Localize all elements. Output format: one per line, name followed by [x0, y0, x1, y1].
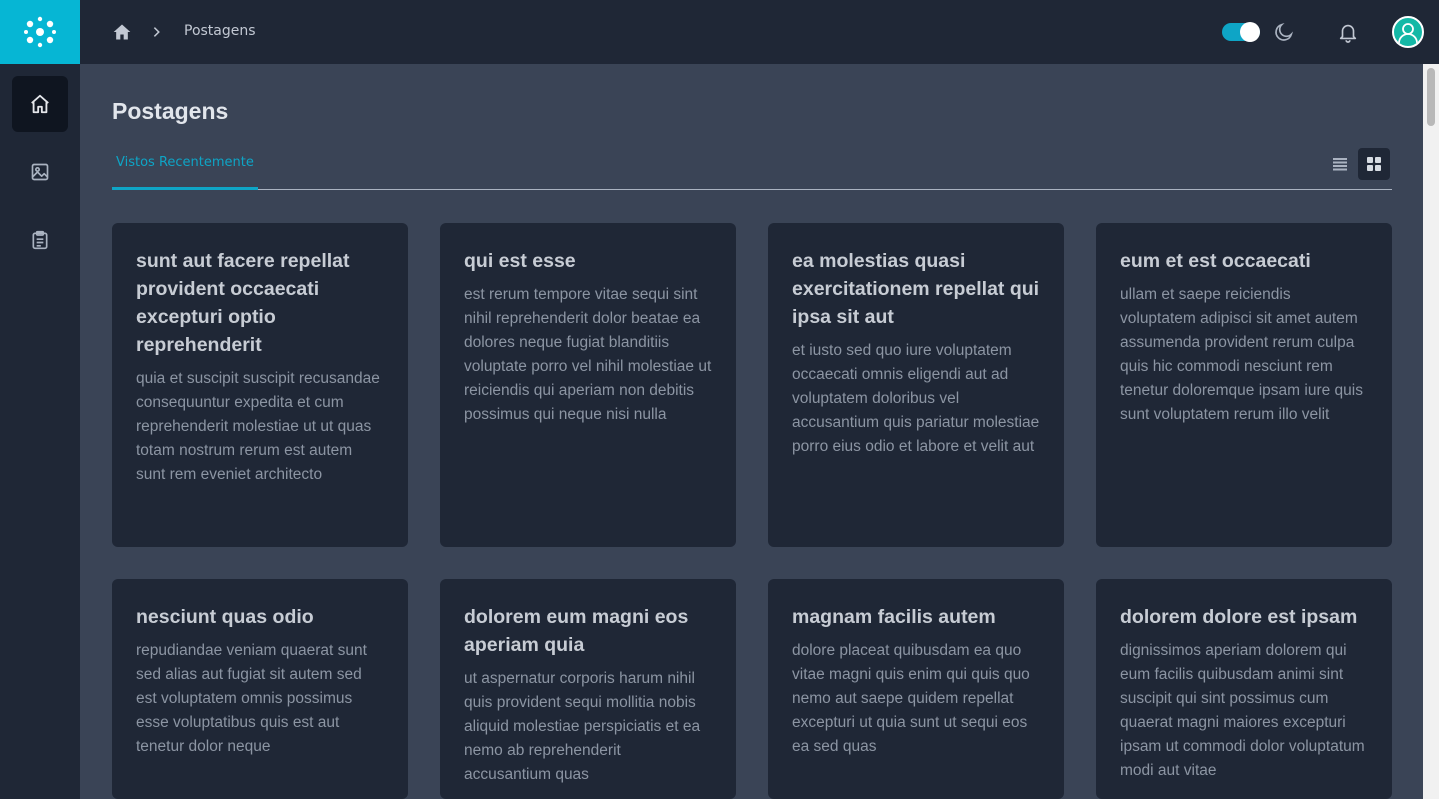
grid-view-icon — [1367, 157, 1381, 171]
scrollbar-thumb[interactable] — [1427, 68, 1435, 126]
bell-icon[interactable] — [1337, 21, 1359, 43]
moon-icon[interactable] — [1273, 21, 1295, 43]
post-card[interactable]: qui est esse est rerum tempore vitae seq… — [440, 223, 736, 547]
post-card[interactable]: ea molestias quasi exercitationem repell… — [768, 223, 1064, 547]
post-title: nesciunt quas odio — [136, 606, 314, 628]
post-title: sunt aut facere repellat provident occae… — [136, 250, 350, 356]
list-view-icon — [1333, 158, 1347, 171]
sidebar-item-home[interactable] — [12, 76, 68, 132]
post-title: dolorem dolore est ipsam — [1120, 606, 1358, 628]
user-avatar-icon — [1398, 23, 1418, 44]
scrollbar-track[interactable] — [1423, 64, 1439, 799]
grid-view-button[interactable] — [1358, 148, 1390, 180]
main-content: Postagens Vistos Recentemente sunt aut f… — [80, 64, 1423, 799]
post-title: eum et est occaecati — [1120, 250, 1311, 272]
theme-toggle[interactable] — [1222, 22, 1260, 42]
post-title: ea molestias quasi exercitationem repell… — [792, 250, 1040, 328]
list-view-button[interactable] — [1326, 150, 1354, 178]
user-avatar[interactable] — [1392, 16, 1424, 48]
post-body: dolore placeat quibusdam ea quo vitae ma… — [792, 642, 1030, 755]
app-logo[interactable] — [0, 0, 80, 64]
post-body: et iusto sed quo iure voluptatem occaeca… — [792, 342, 1040, 455]
tabs-divider — [112, 189, 1392, 190]
tab-recently-viewed[interactable]: Vistos Recentemente — [116, 155, 254, 170]
breadcrumb-current: Postagens — [184, 23, 256, 39]
topbar: Postagens — [80, 0, 1439, 64]
post-body: dignissimos aperiam dolorem qui eum faci… — [1120, 642, 1365, 779]
post-card[interactable]: dolorem dolore est ipsam dignissimos ape… — [1096, 579, 1392, 799]
page-title: Postagens — [112, 98, 229, 124]
post-card[interactable]: eum et est occaecati ullam et saepe reic… — [1096, 223, 1392, 547]
active-tab-indicator — [112, 187, 258, 190]
sidebar-item-tasks[interactable] — [12, 212, 68, 268]
post-card[interactable]: dolorem eum magni eos aperiam quia ut as… — [440, 579, 736, 799]
clipboard-icon — [32, 230, 48, 250]
image-icon — [31, 163, 49, 181]
post-body: repudiandae veniam quaerat sunt sed alia… — [136, 642, 367, 755]
toggle-knob — [1240, 22, 1260, 42]
post-body: est rerum tempore vitae sequi sint nihil… — [464, 286, 712, 423]
post-title: magnam facilis autem — [792, 606, 996, 628]
sidebar — [0, 64, 80, 799]
post-card[interactable]: sunt aut facere repellat provident occae… — [112, 223, 408, 547]
post-body: quia et suscipit suscipit recusandae con… — [136, 370, 380, 483]
post-body: ullam et saepe reiciendis voluptatem adi… — [1120, 286, 1363, 423]
dots-logo-icon — [24, 16, 56, 48]
post-body: ut aspernatur corporis harum nihil quis … — [464, 670, 701, 783]
home-icon — [31, 94, 49, 114]
sidebar-item-images[interactable] — [12, 144, 68, 200]
home-icon[interactable] — [112, 22, 132, 42]
post-title: qui est esse — [464, 250, 576, 272]
post-card[interactable]: magnam facilis autem dolore placeat quib… — [768, 579, 1064, 799]
chevron-right-icon — [153, 27, 160, 37]
post-title: dolorem eum magni eos aperiam quia — [464, 606, 689, 656]
post-card[interactable]: nesciunt quas odio repudiandae veniam qu… — [112, 579, 408, 799]
